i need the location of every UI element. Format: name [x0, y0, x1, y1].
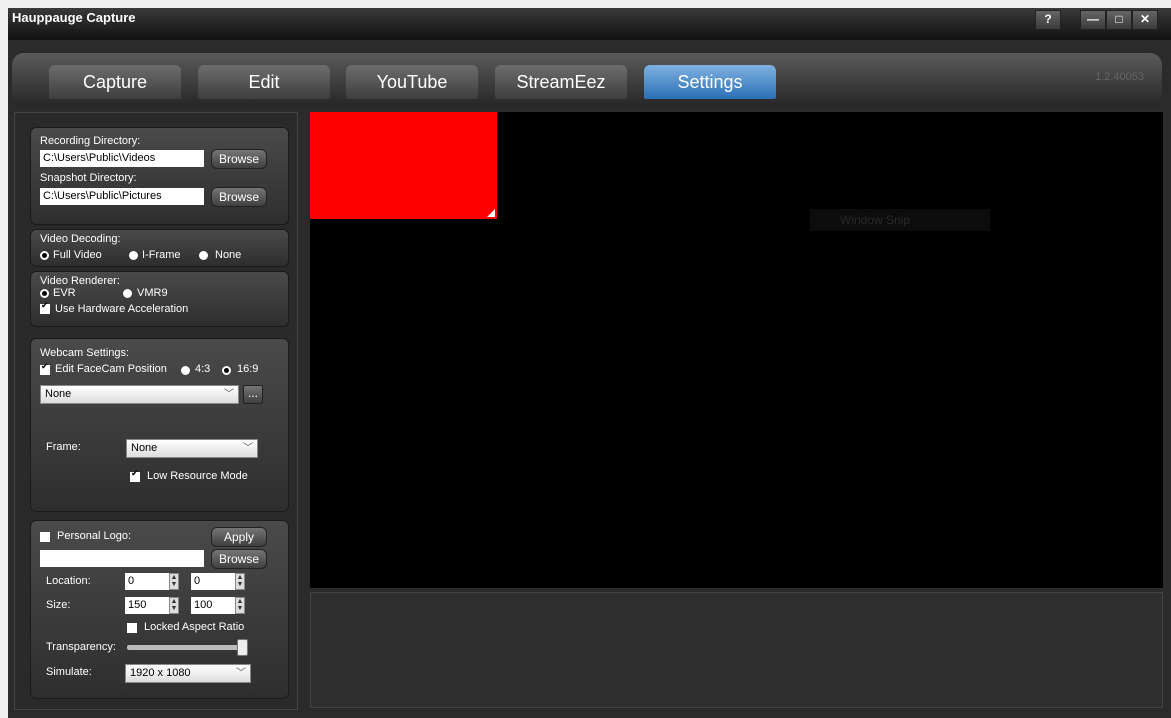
logo-apply-button[interactable]: Apply [211, 527, 267, 547]
decoding-none-label: None [215, 249, 242, 261]
hw-acceleration-label: Use Hardware Acceleration [55, 303, 189, 315]
settings-panel: Recording Directory: C:\Users\Public\Vid… [14, 112, 298, 710]
video-decoding-group: Video Decoding: Full Video I-Frame None [30, 229, 289, 267]
version-label: 1.2.40053 [1095, 71, 1144, 83]
decoding-full-video-radio[interactable] [40, 251, 49, 260]
hw-acceleration-checkbox[interactable] [40, 301, 50, 314]
recording-directory-field[interactable]: C:\Users\Public\Videos [40, 150, 204, 167]
renderer-vmr9-radio[interactable] [123, 289, 132, 298]
logo-browse-button[interactable]: Browse [211, 549, 267, 569]
title-bar: Hauppauge Capture ? — □ ✕ [8, 8, 1171, 40]
locked-aspect-label: Locked Aspect Ratio [144, 621, 245, 633]
personal-logo-group: Personal Logo: Apply Browse Location: 0 … [30, 520, 289, 699]
logo-path-field[interactable] [40, 550, 204, 567]
chevron-down-icon: ﹀ [243, 443, 253, 454]
location-y-field[interactable]: 0 [191, 573, 235, 590]
tab-capture[interactable]: Capture [49, 65, 181, 99]
low-resource-label: Low Resource Mode [147, 470, 248, 482]
frame-value: None [131, 442, 158, 454]
personal-logo-checkbox[interactable] [40, 532, 50, 542]
location-x-field[interactable]: 0 [125, 573, 169, 590]
size-height-spinner[interactable]: ▲ ▼ [235, 597, 245, 614]
maximize-button[interactable]: □ [1106, 10, 1132, 30]
size-height-field[interactable]: 100 [191, 597, 235, 614]
tab-streameez[interactable]: StreamEez [495, 65, 627, 99]
locked-aspect-checkbox[interactable] [127, 623, 137, 633]
size-width-spinner[interactable]: ▲ ▼ [169, 597, 179, 614]
window-snip-overlay: Window Snip [810, 209, 990, 231]
snapshot-browse-button[interactable]: Browse [211, 187, 267, 207]
renderer-vmr9-label: VMR9 [137, 287, 168, 299]
video-decoding-label: Video Decoding: [40, 233, 121, 245]
facecam-position-box[interactable] [310, 112, 497, 219]
renderer-evr-radio[interactable] [40, 289, 49, 298]
minimize-button[interactable]: — [1080, 10, 1106, 30]
video-preview[interactable]: Window Snip [310, 112, 1163, 588]
ratio-16-9-label: 16:9 [237, 363, 259, 375]
snapshot-directory-label: Snapshot Directory: [40, 172, 137, 184]
size-label: Size: [46, 599, 71, 611]
frame-select[interactable]: None ﹀ [126, 439, 258, 458]
video-renderer-group: Video Renderer: EVR VMR9 Use Hardware Ac… [30, 271, 289, 327]
transparency-slider-track[interactable] [127, 645, 245, 650]
video-renderer-label: Video Renderer: [40, 275, 120, 287]
low-resource-checkbox[interactable] [130, 469, 140, 482]
snapshot-directory-field[interactable]: C:\Users\Public\Pictures [40, 188, 204, 205]
chevron-down-icon: ﹀ [236, 668, 246, 679]
decoding-none-radio[interactable] [199, 251, 208, 260]
tab-bar: Capture Edit YouTube StreamEez Settings … [12, 53, 1162, 107]
tab-youtube[interactable]: YouTube [346, 65, 478, 99]
decoding-iframe-radio[interactable] [129, 251, 138, 260]
webcam-group: Webcam Settings: Edit FaceCam Position 4… [30, 338, 289, 512]
tab-settings[interactable]: Settings [644, 65, 776, 99]
edit-facecam-label: Edit FaceCam Position [55, 363, 167, 375]
tab-edit[interactable]: Edit [198, 65, 330, 99]
bottom-panel [310, 592, 1163, 708]
help-button[interactable]: ? [1035, 10, 1061, 30]
personal-logo-label: Personal Logo: [57, 530, 131, 542]
resize-handle-icon[interactable] [487, 209, 495, 217]
webcam-device-select[interactable]: None ﹀ [40, 385, 239, 404]
decoding-iframe-label: I-Frame [142, 249, 181, 261]
renderer-evr-label: EVR [53, 287, 76, 299]
transparency-label: Transparency: [46, 641, 116, 653]
ratio-4-3-label: 4:3 [195, 363, 211, 375]
recording-directory-label: Recording Directory: [40, 135, 141, 147]
edit-facecam-checkbox[interactable] [40, 362, 50, 375]
webcam-device-value: None [45, 388, 72, 400]
webcam-more-button[interactable]: ... [243, 385, 263, 404]
location-y-spinner[interactable]: ▲ ▼ [235, 573, 245, 590]
ratio-4-3-radio[interactable] [181, 366, 190, 375]
decoding-full-video-label: Full Video [53, 249, 102, 261]
location-label: Location: [46, 575, 91, 587]
directories-group: Recording Directory: C:\Users\Public\Vid… [30, 127, 289, 225]
recording-browse-button[interactable]: Browse [211, 149, 267, 169]
location-x-spinner[interactable]: ▲ ▼ [169, 573, 179, 590]
ratio-16-9-radio[interactable] [222, 366, 231, 375]
transparency-slider-handle[interactable] [237, 639, 248, 656]
window-title: Hauppauge Capture [12, 10, 136, 25]
frame-label: Frame: [46, 441, 81, 453]
chevron-down-icon: ﹀ [224, 389, 234, 400]
simulate-label: Simulate: [46, 666, 92, 678]
size-width-field[interactable]: 150 [125, 597, 169, 614]
simulate-value: 1920 x 1080 [130, 667, 191, 679]
close-button[interactable]: ✕ [1132, 10, 1158, 30]
webcam-settings-label: Webcam Settings: [40, 347, 130, 359]
simulate-select[interactable]: 1920 x 1080 ﹀ [125, 664, 251, 683]
